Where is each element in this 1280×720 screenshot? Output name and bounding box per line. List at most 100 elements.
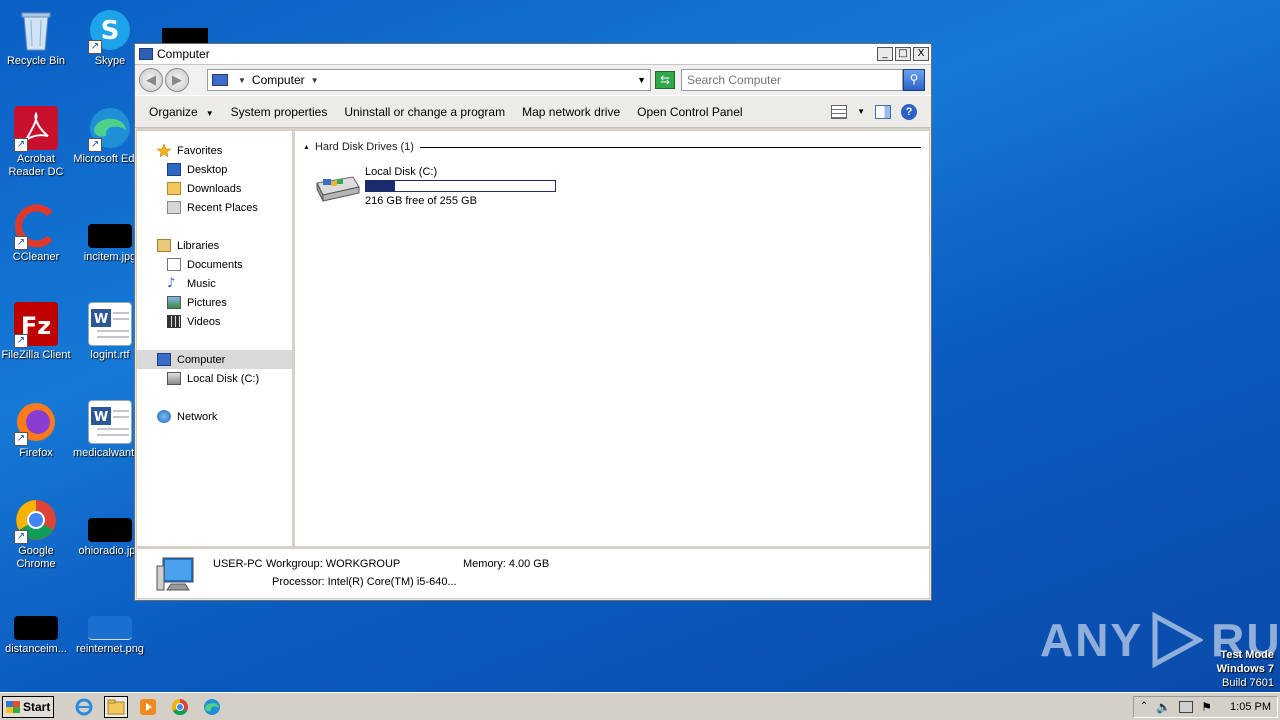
documents-icon	[167, 258, 181, 271]
image-thumbnail-icon	[88, 616, 132, 640]
breadcrumb-computer[interactable]: Computer	[252, 73, 305, 87]
image-thumbnail-icon	[88, 518, 132, 542]
image-thumbnail-icon	[14, 616, 58, 640]
shortcut-arrow-icon: ↗	[14, 138, 28, 152]
maximize-button[interactable]: □	[895, 47, 911, 61]
refresh-button[interactable]: ⇆	[655, 71, 675, 89]
desktop-icon-firefox[interactable]: ↗ Firefox	[0, 400, 74, 460]
nav-item-network[interactable]: Network	[137, 407, 292, 426]
close-button[interactable]: X	[913, 47, 929, 61]
show-hidden-icons-icon[interactable]: ⌃	[1140, 701, 1148, 712]
organize-label: Organize	[149, 104, 198, 119]
help-icon[interactable]: ?	[901, 103, 917, 120]
desktop-icon-label: distanceim...	[5, 643, 67, 655]
chevron-down-icon: ▼	[205, 108, 214, 118]
network-tray-icon[interactable]	[1179, 700, 1194, 713]
nav-item-recent-places[interactable]: Recent Places	[137, 198, 292, 217]
desktop-icon-chrome[interactable]: ↗ Google Chrome	[0, 498, 74, 571]
change-view-icon[interactable]	[831, 104, 848, 119]
map-network-drive-button[interactable]: Map network drive	[522, 105, 620, 119]
svg-text:W: W	[94, 312, 108, 327]
desktop-icon-reinternet[interactable]: reinternet.png	[72, 596, 148, 656]
desktop-icon-filezilla[interactable]: Fz ↗ FileZilla Client	[0, 302, 74, 362]
drive-item-local-disk[interactable]: Local Disk (C:) 216 GB free of 255 GB	[313, 165, 556, 208]
shortcut-arrow-icon: ↗	[14, 236, 28, 250]
back-button[interactable]: ◀	[139, 68, 163, 92]
uninstall-program-button[interactable]: Uninstall or change a program	[344, 105, 505, 119]
nav-item-pictures[interactable]: Pictures	[137, 293, 292, 312]
computer-icon	[157, 353, 171, 366]
collapse-caret-icon[interactable]: ▲	[303, 144, 310, 151]
search-icon[interactable]: ⚲	[903, 69, 925, 91]
chrome-icon: ↗	[14, 498, 58, 544]
group-header-hard-disk-drives[interactable]: ▲ Hard Disk Drives (1)	[303, 141, 921, 153]
memory-text: Memory: 4.00 GB	[463, 558, 550, 570]
preview-pane-icon[interactable]	[875, 104, 891, 119]
desktop-icon-label: Recycle Bin	[6, 55, 66, 67]
view-options-dropdown-icon[interactable]: ▼	[857, 107, 865, 116]
desktop-icon-recycle-bin[interactable]: Recycle Bin	[0, 8, 74, 68]
network-globe-icon	[157, 410, 171, 423]
nav-item-documents[interactable]: Documents	[137, 255, 292, 274]
desktop-icon-ccleaner[interactable]: ↗ CCleaner	[0, 204, 74, 264]
taskbar-explorer[interactable]	[104, 695, 128, 718]
action-center-flag-icon[interactable]: ⚑	[1201, 700, 1212, 714]
ccleaner-icon: ↗	[14, 204, 58, 250]
breadcrumb-arrow-icon[interactable]: ▼	[238, 76, 246, 85]
anyrun-text-left: ANY	[1040, 614, 1144, 666]
taskbar-edge[interactable]	[200, 696, 224, 718]
nav-item-desktop[interactable]: Desktop	[137, 160, 292, 179]
nav-item-local-disk[interactable]: Local Disk (C:)	[137, 369, 292, 388]
nav-item-computer[interactable]: Computer	[137, 350, 292, 369]
svg-text:W: W	[94, 410, 108, 425]
breadcrumb-arrow-icon[interactable]: ▼	[311, 76, 319, 85]
window-body: Favorites Desktop Downloads Recent Place…	[137, 131, 929, 546]
taskbar: Start ⌃ 🔈 ⚑ 1:05 PM	[0, 692, 1280, 720]
taskbar-internet-explorer[interactable]	[72, 696, 96, 718]
open-control-panel-button[interactable]: Open Control Panel	[637, 105, 742, 119]
nav-label: Pictures	[187, 296, 227, 309]
minimize-button[interactable]: _	[877, 47, 893, 61]
nav-item-music[interactable]: ♪ Music	[137, 274, 292, 293]
desktop-icon-label: Acrobat Reader DC	[8, 153, 64, 178]
nav-label: Downloads	[187, 182, 242, 195]
pc-name: USER-PC	[213, 558, 263, 570]
taskbar-chrome[interactable]	[168, 696, 192, 718]
nav-item-videos[interactable]: Videos	[137, 312, 292, 331]
firefox-icon: ↗	[14, 400, 58, 446]
nav-label: Local Disk (C:)	[187, 372, 260, 385]
taskbar-clock[interactable]: 1:05 PM	[1230, 701, 1271, 713]
computer-icon	[139, 48, 153, 60]
start-label: Start	[23, 699, 51, 714]
address-field[interactable]: ▼ Computer ▼ ▼	[207, 69, 651, 91]
edge-icon: ↗	[88, 106, 132, 152]
system-tray: ⌃ 🔈 ⚑ 1:05 PM	[1132, 695, 1278, 718]
image-thumbnail-icon	[88, 224, 132, 248]
search-input[interactable]	[681, 69, 903, 91]
nav-label: Music	[187, 277, 216, 290]
nav-label: Documents	[187, 258, 243, 271]
nav-label: Libraries	[177, 239, 220, 252]
volume-icon[interactable]: 🔈	[1156, 700, 1171, 714]
organize-button[interactable]: Organize ▼	[149, 105, 214, 119]
windows-logo-icon	[6, 700, 20, 713]
pictures-icon	[167, 296, 181, 309]
nav-item-favorites[interactable]: Favorites	[137, 141, 292, 160]
chrome-icon	[171, 698, 188, 715]
nav-item-libraries[interactable]: Libraries	[137, 236, 292, 255]
word-document-icon: W	[88, 400, 132, 444]
forward-button[interactable]: ▶	[165, 68, 189, 92]
address-history-dropdown-icon[interactable]: ▼	[637, 75, 646, 85]
taskbar-media-player[interactable]	[136, 696, 160, 718]
start-button[interactable]: Start	[2, 695, 54, 718]
system-properties-button[interactable]: System properties	[231, 105, 328, 119]
desktop-icon-acrobat[interactable]: ↗ Acrobat Reader DC	[0, 106, 74, 179]
desktop-icon-distanceim[interactable]: distanceim...	[0, 596, 74, 656]
shortcut-arrow-icon: ↗	[14, 432, 28, 446]
internet-explorer-icon	[75, 698, 93, 715]
workgroup-text: Workgroup: WORKGROUP	[266, 558, 401, 570]
hard-drive-icon	[313, 173, 361, 203]
hard-drive-icon	[167, 372, 181, 385]
nav-item-downloads[interactable]: Downloads	[137, 179, 292, 198]
window-titlebar[interactable]: Computer _ □ X	[135, 44, 931, 65]
